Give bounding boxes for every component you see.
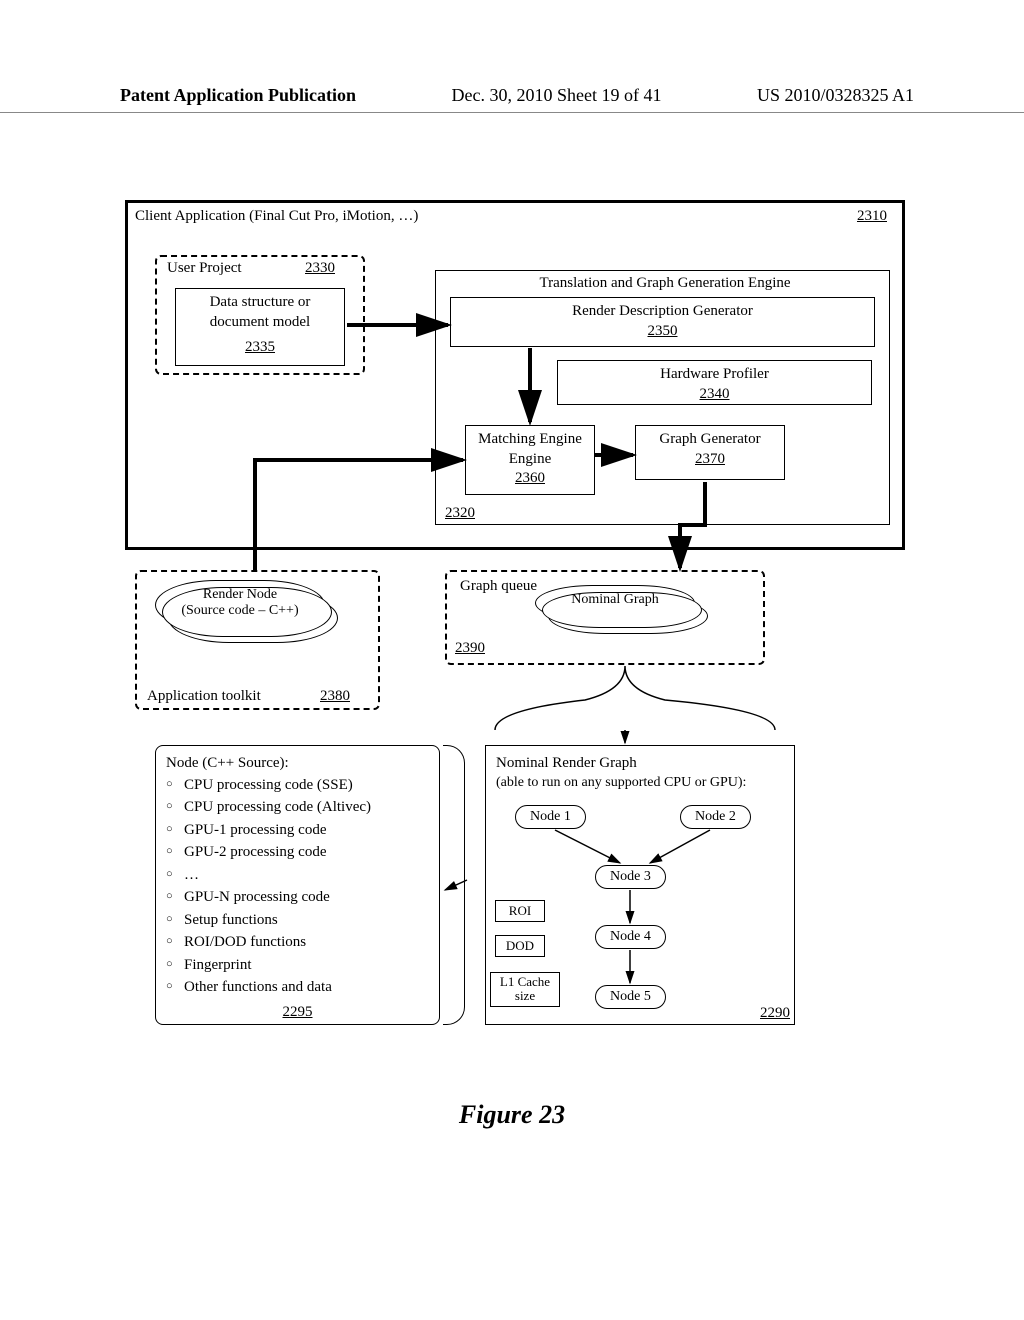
- nominal-graph-oval: Nominal Graph: [535, 585, 695, 621]
- toolkit-ref: 2380: [320, 688, 350, 705]
- rn2: (Source code – C++): [156, 603, 324, 619]
- ns-4: …: [166, 864, 429, 887]
- user-project-title: User Project: [167, 260, 242, 277]
- tag-roi: ROI: [495, 900, 545, 922]
- ns-3: GPU-2 processing code: [166, 841, 429, 864]
- node-5: Node 5: [595, 985, 666, 1009]
- user-project-ref: 2330: [305, 260, 335, 277]
- header-center: Dec. 30, 2010 Sheet 19 of 41: [452, 85, 662, 106]
- ns-0: CPU processing code (SSE): [166, 774, 429, 797]
- hw-profiler-box: Hardware Profiler 2340: [557, 360, 872, 405]
- toolkit-title: Application toolkit: [147, 688, 261, 705]
- client-app-ref: 2310: [857, 208, 887, 225]
- ns-6: Setup functions: [166, 909, 429, 932]
- render-desc-ref: 2350: [457, 322, 868, 342]
- translation-outer-ref: 2320: [445, 505, 475, 522]
- header-left: Patent Application Publication: [120, 85, 356, 106]
- client-app-title: Client Application (Final Cut Pro, iMoti…: [135, 208, 418, 225]
- render-desc-box: Render Description Generator 2350: [450, 297, 875, 347]
- matching-engine-box: Matching Engine Engine 2360: [465, 425, 595, 495]
- data-structure-box: Data structure or document model 2335: [175, 288, 345, 366]
- node-2: Node 2: [680, 805, 751, 829]
- figure-caption: Figure 23: [0, 1100, 1024, 1130]
- matching-ref: 2360: [472, 469, 588, 489]
- tag-l1: L1 Cache size: [490, 972, 560, 1007]
- nominal-graph-text: Nominal Graph: [571, 592, 658, 607]
- node-source-list: CPU processing code (SSE) CPU processing…: [166, 774, 429, 999]
- ns-9: Other functions and data: [166, 976, 429, 999]
- node-source-ref: 2295: [166, 1003, 429, 1023]
- rg-ref: 2290: [760, 1005, 790, 1022]
- translation-title: Translation and Graph Generation Engine: [465, 275, 865, 292]
- node-3: Node 3: [595, 865, 666, 889]
- matching-title: Matching Engine: [472, 430, 588, 450]
- ns-8: Fingerprint: [166, 954, 429, 977]
- ns-1: CPU processing code (Altivec): [166, 796, 429, 819]
- node-4: Node 4: [595, 925, 666, 949]
- tag-dod: DOD: [495, 935, 545, 957]
- gg-ref: 2370: [642, 450, 778, 470]
- page-header: Patent Application Publication Dec. 30, …: [0, 85, 1024, 113]
- data-structure-ref: 2335: [182, 338, 338, 358]
- hw-profiler-ref: 2340: [564, 385, 865, 405]
- rg-sub: (able to run on any supported CPU or GPU…: [496, 774, 784, 792]
- ns-7: ROI/DOD functions: [166, 931, 429, 954]
- header-right: US 2010/0328325 A1: [757, 85, 914, 106]
- node-1: Node 1: [515, 805, 586, 829]
- graph-generator-box: Graph Generator 2370: [635, 425, 785, 480]
- gg-title: Graph Generator: [642, 430, 778, 450]
- graph-queue-ref: 2390: [455, 640, 485, 657]
- ns-2: GPU-1 processing code: [166, 819, 429, 842]
- node-source-title: Node (C++ Source):: [166, 754, 429, 774]
- render-node-oval: Render Node (Source code – C++): [155, 580, 325, 630]
- node-source-box: Node (C++ Source): CPU processing code (…: [155, 745, 440, 1025]
- render-desc-title: Render Description Generator: [457, 302, 868, 322]
- brace-icon: [443, 745, 465, 1025]
- ns-5: GPU-N processing code: [166, 886, 429, 909]
- data-structure-text: Data structure or document model: [182, 293, 338, 332]
- rn1: Render Node: [156, 581, 324, 603]
- hw-profiler-title: Hardware Profiler: [564, 365, 865, 385]
- rg-title: Nominal Render Graph: [496, 754, 784, 774]
- diagram-canvas: Client Application (Final Cut Pro, iMoti…: [125, 200, 905, 1100]
- graph-queue-title: Graph queue: [460, 578, 537, 595]
